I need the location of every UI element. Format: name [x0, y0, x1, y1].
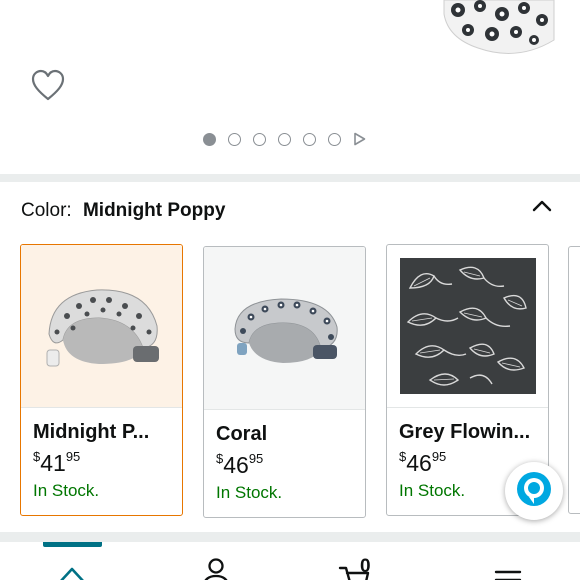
account-icon	[196, 556, 236, 580]
pagination-dot[interactable]	[253, 132, 266, 146]
swatch-name: Coral	[216, 423, 268, 445]
swatch-name: Midnight P...	[33, 421, 150, 443]
swatch-image	[21, 245, 182, 407]
play-icon[interactable]	[353, 132, 366, 146]
swatch-name: Grey Flowin...	[399, 421, 531, 443]
nav-account[interactable]	[196, 556, 236, 580]
card-divider	[21, 407, 182, 408]
price-whole: 41	[40, 450, 66, 476]
card-divider	[204, 409, 365, 410]
swatch-image	[387, 245, 548, 407]
pagination-dot[interactable]	[328, 132, 341, 146]
variation-header: Color: Midnight Poppy	[21, 199, 225, 223]
cart-count-badge: 0	[360, 556, 371, 577]
swatch-price: $4695	[216, 451, 263, 479]
alexa-button[interactable]	[505, 462, 563, 520]
nav-home[interactable]	[52, 556, 92, 580]
stock-status: In Stock.	[33, 481, 100, 500]
menu-icon	[488, 556, 528, 580]
card-divider	[387, 407, 548, 408]
stock-status: In Stock.	[216, 483, 283, 502]
variation-label: Color:	[21, 200, 72, 221]
swatch-price: $4195	[33, 449, 80, 477]
section-divider	[0, 174, 580, 182]
price-whole: 46	[223, 452, 249, 478]
swatch-price: $4695	[399, 449, 446, 477]
swatch-card-coral[interactable]: Coral $4695 In Stock.	[203, 246, 366, 518]
swatch-card-midnight-poppy[interactable]: Midnight P... $4195 In Stock.	[20, 244, 183, 516]
bottom-nav-bar: 0	[0, 542, 580, 580]
alexa-icon	[514, 469, 554, 514]
swatch-card-next-partial[interactable]	[568, 246, 580, 514]
price-fraction: 95	[248, 451, 264, 466]
price-fraction: 95	[431, 449, 447, 464]
nav-menu[interactable]	[488, 556, 528, 580]
home-icon	[52, 556, 92, 580]
pagination-dot[interactable]	[203, 132, 216, 146]
color-swatch-list: Midnight P... $4195 In Stock. Coral $469…	[0, 244, 580, 520]
price-fraction: 95	[65, 449, 81, 464]
product-image-gallery[interactable]	[0, 0, 580, 174]
swatch-image	[204, 247, 365, 409]
pagination-dot[interactable]	[278, 132, 291, 146]
selected-color-value: Midnight Poppy	[82, 200, 226, 221]
active-tab-indicator	[43, 542, 102, 547]
heart-icon[interactable]	[30, 68, 66, 102]
image-pagination	[203, 131, 366, 147]
bottom-divider	[0, 532, 580, 542]
pagination-dot[interactable]	[228, 132, 241, 146]
stock-status: In Stock.	[399, 481, 466, 500]
product-image-peek[interactable]	[438, 0, 560, 60]
pagination-dot[interactable]	[303, 132, 316, 146]
chevron-up-icon[interactable]	[529, 196, 555, 214]
price-whole: 46	[406, 450, 432, 476]
